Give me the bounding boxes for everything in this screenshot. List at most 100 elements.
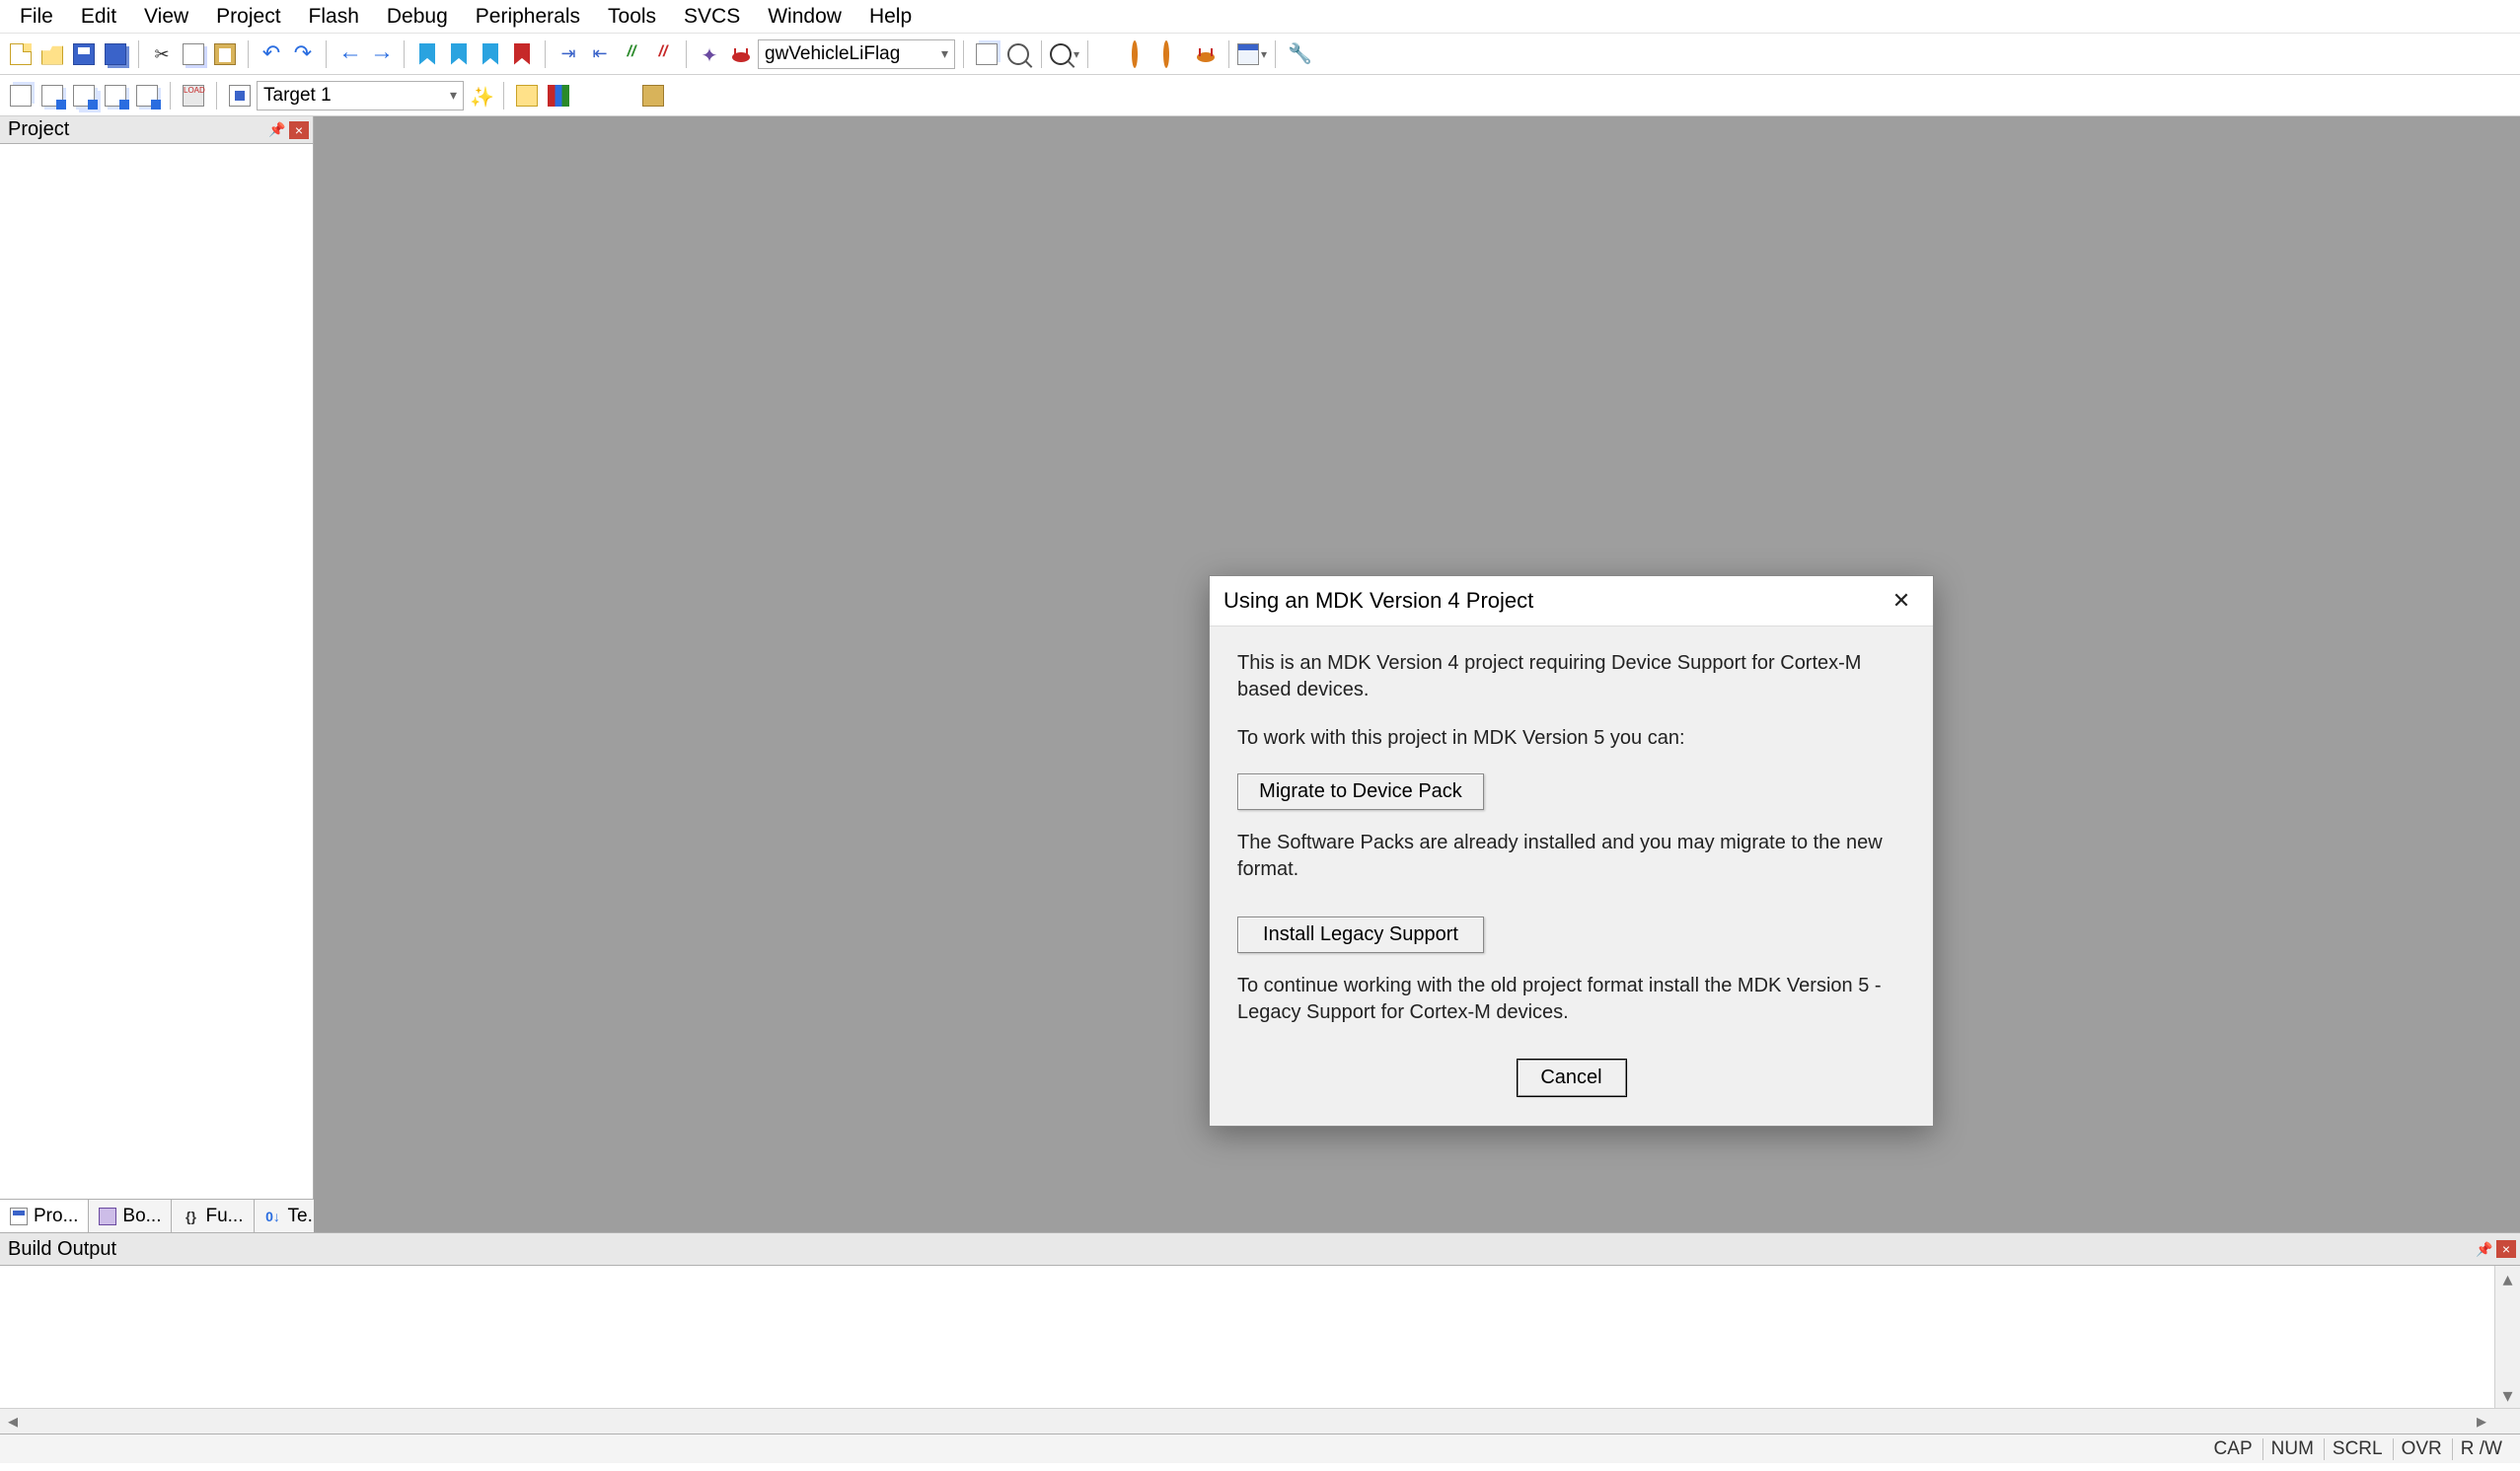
tab-project[interactable]: Pro... bbox=[0, 1200, 89, 1232]
stop-build-button[interactable] bbox=[132, 81, 162, 110]
panel-close-button[interactable]: × bbox=[2496, 1240, 2516, 1258]
outdent-button[interactable]: ⇤ bbox=[585, 39, 615, 69]
search-combo-value: gwVehicleLiFlag bbox=[765, 43, 900, 65]
window-button[interactable]: ▾ bbox=[1237, 39, 1267, 69]
cancel-button[interactable]: Cancel bbox=[1518, 1060, 1626, 1096]
target-combo[interactable]: Target 1 ▾ bbox=[257, 81, 464, 110]
batch-build-button[interactable] bbox=[101, 81, 130, 110]
menu-help[interactable]: Help bbox=[855, 1, 926, 33]
manage-books-button[interactable] bbox=[544, 81, 573, 110]
pin-icon: 📌 bbox=[2476, 1241, 2492, 1258]
panel-pin-button[interactable]: 📌 bbox=[267, 121, 287, 139]
save-button[interactable] bbox=[69, 39, 99, 69]
dialog-title: Using an MDK Version 4 Project bbox=[1223, 588, 1533, 614]
migrate-device-pack-button[interactable]: Migrate to Device Pack bbox=[1237, 773, 1484, 810]
undo-button[interactable]: ↶ bbox=[257, 39, 286, 69]
menu-svcs[interactable]: SVCS bbox=[670, 1, 754, 33]
target-options-button[interactable] bbox=[225, 81, 255, 110]
open-file-button[interactable] bbox=[37, 39, 67, 69]
macro-button[interactable]: ✦ bbox=[695, 39, 724, 69]
new-file-button[interactable] bbox=[6, 39, 36, 69]
menu-view[interactable]: View bbox=[130, 1, 202, 33]
goto-icon bbox=[976, 43, 998, 65]
copy-button[interactable] bbox=[179, 39, 208, 69]
chevron-up-icon: ▴ bbox=[2502, 1267, 2512, 1291]
bookmark-prev-button[interactable] bbox=[444, 39, 474, 69]
wand-icon: ✦ bbox=[699, 43, 720, 65]
pack-button[interactable] bbox=[638, 81, 668, 110]
separator bbox=[326, 40, 327, 68]
options-button[interactable]: ✨ bbox=[466, 81, 495, 110]
panel-close-button[interactable]: × bbox=[289, 121, 309, 139]
scroll-left-button[interactable]: ◂ bbox=[0, 1409, 26, 1434]
menu-peripherals[interactable]: Peripherals bbox=[462, 1, 594, 33]
tab-functions[interactable]: {}Fu... bbox=[172, 1200, 254, 1232]
tab-books[interactable]: Bo... bbox=[89, 1200, 172, 1232]
bookmark-clear-icon bbox=[514, 43, 530, 65]
scroll-right-button[interactable]: ▸ bbox=[2469, 1409, 2494, 1434]
paste-button[interactable] bbox=[210, 39, 240, 69]
breakpoint-button[interactable] bbox=[1096, 39, 1126, 69]
migrate-help-text: The Software Packs are already installed… bbox=[1237, 830, 1905, 883]
find-in-files-button[interactable] bbox=[1003, 39, 1033, 69]
scroll-down-button[interactable]: ▾ bbox=[2495, 1382, 2520, 1408]
pack-installer-button[interactable] bbox=[607, 81, 636, 110]
save-all-button[interactable] bbox=[101, 39, 130, 69]
copy-icon bbox=[183, 43, 204, 65]
nav-forward-button[interactable]: → bbox=[366, 39, 396, 69]
nav-back-button[interactable]: ← bbox=[334, 39, 364, 69]
dialog-close-button[interactable]: ✕ bbox=[1884, 586, 1919, 616]
download-button[interactable]: LOAD bbox=[179, 81, 208, 110]
menu-flash[interactable]: Flash bbox=[295, 1, 373, 33]
bookmark-toggle-button[interactable] bbox=[412, 39, 442, 69]
debug-button[interactable] bbox=[726, 39, 756, 69]
save-icon bbox=[73, 43, 95, 65]
menu-project[interactable]: Project bbox=[202, 1, 294, 33]
menu-tools[interactable]: Tools bbox=[594, 1, 670, 33]
build-output-body[interactable]: ▴ ▾ bbox=[0, 1266, 2520, 1408]
install-legacy-support-button[interactable]: Install Legacy Support bbox=[1237, 917, 1484, 953]
vertical-scrollbar[interactable]: ▴ ▾ bbox=[2494, 1266, 2520, 1408]
rebuild-button[interactable] bbox=[69, 81, 99, 110]
separator bbox=[248, 40, 249, 68]
menu-file[interactable]: File bbox=[6, 1, 67, 33]
arrow-right-icon: → bbox=[370, 43, 392, 65]
zoom-button[interactable]: ▾ bbox=[1050, 39, 1079, 69]
indent-icon: ⇥ bbox=[557, 43, 579, 65]
pin-icon: 📌 bbox=[268, 121, 285, 138]
breakpoint-disable-button[interactable] bbox=[1128, 39, 1157, 69]
books-tab-icon bbox=[99, 1208, 116, 1225]
menu-debug[interactable]: Debug bbox=[373, 1, 462, 33]
panel-pin-button[interactable]: 📌 bbox=[2475, 1240, 2494, 1258]
comment-button[interactable]: // bbox=[617, 39, 646, 69]
goto-button[interactable] bbox=[972, 39, 1001, 69]
search-combo[interactable]: gwVehicleLiFlag ▾ bbox=[758, 39, 955, 69]
build-button[interactable] bbox=[37, 81, 67, 110]
cut-button[interactable]: ✂ bbox=[147, 39, 177, 69]
scroll-up-button[interactable]: ▴ bbox=[2495, 1266, 2520, 1291]
horizontal-scrollbar[interactable]: ◂ ▸ bbox=[0, 1408, 2520, 1434]
menu-edit[interactable]: Edit bbox=[67, 1, 130, 33]
bookmark-next-button[interactable] bbox=[476, 39, 505, 69]
breakpoint-window-icon bbox=[1197, 52, 1215, 62]
breakpoint-kill-button[interactable] bbox=[1159, 39, 1189, 69]
bookmark-clear-button[interactable] bbox=[507, 39, 537, 69]
dialog-titlebar: Using an MDK Version 4 Project ✕ bbox=[1210, 576, 1933, 625]
redo-button[interactable]: ↷ bbox=[288, 39, 318, 69]
configure-button[interactable]: 🔧 bbox=[1284, 39, 1313, 69]
project-tabs: Pro... Bo... {}Fu... 0↓Te... bbox=[0, 1199, 313, 1232]
menu-window[interactable]: Window bbox=[754, 1, 855, 33]
breakpoint-window-button[interactable] bbox=[1191, 39, 1221, 69]
folder-icon bbox=[516, 85, 538, 107]
indent-button[interactable]: ⇥ bbox=[554, 39, 583, 69]
chevron-down-icon: ▾ bbox=[450, 87, 457, 104]
rebuild-icon bbox=[73, 85, 95, 107]
separator bbox=[545, 40, 546, 68]
translate-button[interactable] bbox=[6, 81, 36, 110]
uncomment-button[interactable]: // bbox=[648, 39, 678, 69]
project-tree[interactable] bbox=[0, 144, 313, 1199]
file-ext-button[interactable] bbox=[512, 81, 542, 110]
close-icon: × bbox=[2502, 1241, 2510, 1257]
save-all-icon bbox=[105, 43, 126, 65]
manage-rte-button[interactable] bbox=[575, 81, 605, 110]
